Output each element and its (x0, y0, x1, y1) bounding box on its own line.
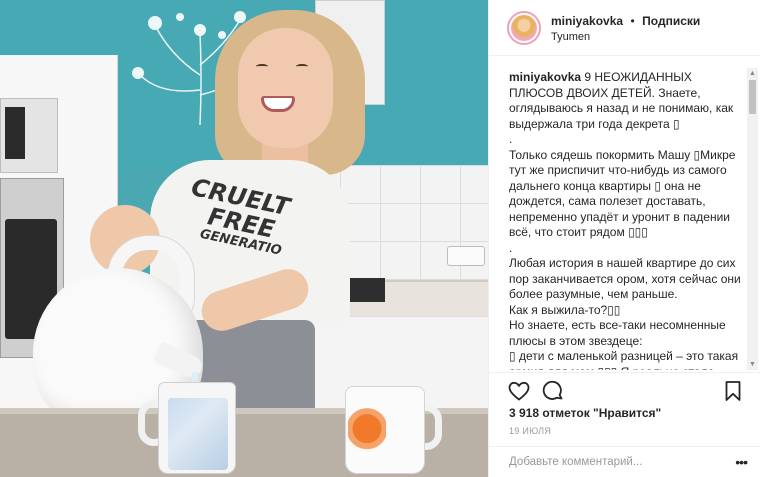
bookmark-icon[interactable] (721, 379, 745, 403)
scroll-thumb[interactable] (749, 80, 756, 114)
location-link[interactable]: Tyumen (551, 31, 700, 45)
caption-username[interactable]: miniyakovka (509, 70, 581, 84)
avatar-image (511, 14, 537, 41)
header-text: miniyakovka • Подписки Tyumen (551, 11, 700, 45)
caption-line: Как я выжила-то?▯▯ (509, 302, 621, 317)
caption-line: Только сядешь покормить Машу ▯Микре тут … (509, 147, 739, 240)
post-photo[interactable]: CRUELT FREE GENERATIO (0, 0, 488, 477)
more-options-icon[interactable]: ••• (735, 454, 748, 470)
mug-print-illustration (168, 398, 228, 470)
comment-input[interactable] (509, 456, 736, 468)
caption-line: . (509, 132, 513, 146)
comment-bar: ••• (489, 446, 760, 477)
caption-line: ▯ дети с маленькой разницей – это такая … (509, 349, 739, 370)
separator-dot: • (630, 13, 635, 28)
scroll-up-arrow-icon[interactable]: ▲ (747, 68, 758, 79)
microwave (0, 98, 58, 173)
avatar[interactable] (507, 10, 541, 45)
post-caption: miniyakovka 9 НЕОЖИДАННЫХ ПЛЮСОВ ДВОИХ Д… (509, 70, 741, 370)
caption-line: Но знаете, есть все-таки несомненные плю… (509, 318, 729, 348)
wall-socket (447, 246, 485, 266)
post-date[interactable]: 19 ИЮЛЯ (509, 426, 551, 436)
mug-flower-print (348, 408, 386, 454)
woman-face (238, 28, 333, 148)
woman-eye (296, 64, 308, 69)
caption-line: . (509, 240, 513, 255)
scroll-down-arrow-icon[interactable]: ▼ (747, 359, 758, 370)
woman-eye (256, 64, 268, 69)
caption-line: Любая история в нашей квартире до сих по… (509, 256, 741, 301)
likes-count[interactable]: 3 918 отметок "Нравится" (509, 406, 661, 420)
following-button[interactable]: Подписки (642, 14, 700, 28)
post-side-panel: miniyakovka • Подписки Tyumen miniyakovk… (488, 0, 760, 477)
heart-icon[interactable] (507, 379, 531, 403)
post-actions (489, 372, 760, 408)
post-header: miniyakovka • Подписки Tyumen (489, 0, 760, 56)
username-link[interactable]: miniyakovka (551, 14, 623, 28)
caption-line: miniyakovka 9 НЕОЖИДАННЫХ ПЛЮСОВ ДВОИХ Д… (509, 70, 741, 132)
caption-scrollbar[interactable]: ▲ ▼ (747, 68, 758, 370)
comment-icon[interactable] (541, 379, 565, 403)
